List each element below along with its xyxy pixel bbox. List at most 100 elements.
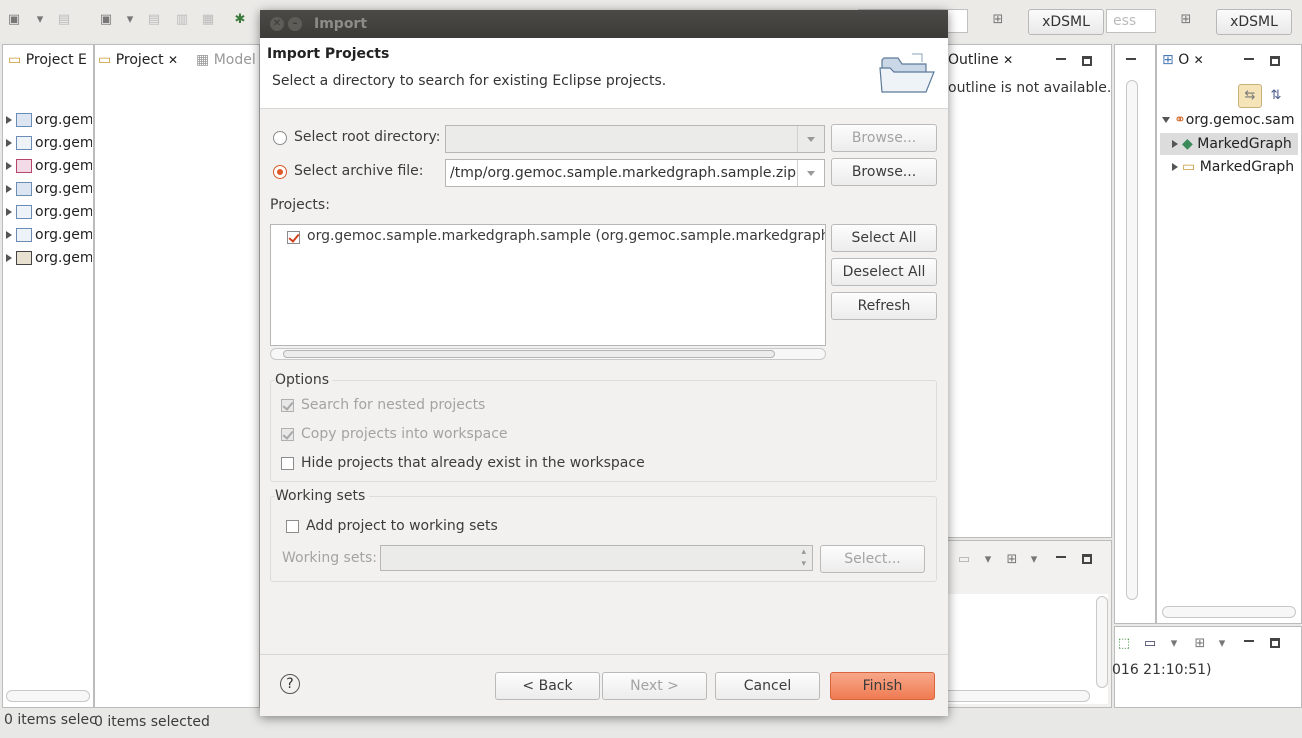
tree-item-label: org.gemoc.sam [1185,112,1295,128]
dropdown-icon[interactable]: ▾ [980,552,996,568]
minimize-icon[interactable] [1056,58,1066,60]
browse-archive-button[interactable]: Browse... [831,158,937,186]
tab-project[interactable]: ▭ Project ✕ [98,52,188,72]
sync-icon[interactable]: ⇆ [1238,84,1262,108]
chevron-down-icon[interactable] [797,160,824,186]
tree-item[interactable]: org.gem [6,156,92,176]
back-button[interactable]: < Back [495,672,600,700]
root-directory-radio[interactable] [273,131,287,145]
tab-outline[interactable]: Outline ✕ [948,52,1028,72]
quick-access-input-2[interactable]: ess [1106,9,1156,33]
right-tree-child[interactable]: ▭ MarkedGraph [1172,157,1300,177]
open-perspective-icon[interactable]: ⊞ [990,12,1006,28]
nested-projects-label: Search for nested projects [301,397,486,413]
archive-file-combo[interactable]: /tmp/org.gemoc.sample.markedgraph.sample… [445,159,825,187]
chevron-down-icon[interactable] [797,126,824,152]
help-icon[interactable]: ? [280,674,300,694]
browse-root-button[interactable]: Browse... [831,124,937,152]
right-tree-root[interactable]: ⚭org.gemoc.sam [1162,110,1300,130]
close-icon[interactable]: ✕ [270,17,284,31]
add-to-working-sets-label: Add project to working sets [306,518,498,534]
copy-projects-checkbox[interactable] [281,428,294,441]
dropdown-icon-2[interactable]: ▾ [122,12,138,28]
select-working-sets-button[interactable]: Select... [820,545,925,573]
maximize-icon[interactable] [1082,554,1092,564]
project-checkbox[interactable] [287,231,300,244]
maximize-icon[interactable] [1270,56,1280,66]
tree-item-label: org.gem [35,112,92,128]
minimize-icon[interactable] [1244,640,1254,642]
finish-button[interactable]: Finish [830,672,935,700]
minimize-icon[interactable] [1056,556,1066,558]
tab-model[interactable]: ▦ Model [196,52,260,72]
terminate-icon[interactable]: ⬚ [1116,636,1132,652]
console-hscroll[interactable] [940,690,1090,702]
open-perspective-icon-2[interactable]: ⊞ [1178,12,1194,28]
projects-label: Projects: [270,197,330,213]
left-hscroll[interactable] [6,690,90,702]
refresh-button[interactable]: Refresh [831,292,937,320]
save-all-icon[interactable]: ▥ [174,12,190,28]
tab-overview[interactable]: ⊞ O ✕ [1162,52,1222,72]
open-console-icon[interactable]: ⊞ [1004,552,1020,568]
archive-file-radio[interactable] [273,165,287,179]
right-tree-child[interactable]: ◆ MarkedGraph [1172,134,1300,154]
spinner-icon[interactable]: ▴ ▾ [801,546,806,570]
deselect-all-button[interactable]: Deselect All [831,258,937,286]
tree-item[interactable]: org.gem [6,225,92,245]
minimize-icon[interactable] [1126,58,1136,60]
next-button[interactable]: Next > [602,672,707,700]
tree-item[interactable]: org.gem [6,179,92,199]
dropdown-icon[interactable]: ▾ [1166,636,1182,652]
perspective-xdsml[interactable]: xDSML [1028,9,1104,35]
projects-hscroll[interactable] [270,348,826,360]
sort-icon[interactable]: ⇅ [1268,88,1284,104]
debug-icon[interactable]: ✱ [232,12,248,28]
dropdown-icon[interactable]: ▾ [1214,636,1230,652]
dropdown-icon[interactable]: ▾ [1026,552,1042,568]
tab-project-explorer[interactable]: ▭ Project E [8,52,92,72]
console-icon[interactable]: ▭ [1142,636,1158,652]
maximize-icon[interactable] [1270,638,1280,648]
save-icon[interactable]: ▤ [56,12,72,28]
close-icon[interactable]: ✕ [1194,53,1204,67]
folder-icon: ▭ [98,52,112,68]
hide-existing-checkbox[interactable] [281,457,294,470]
file-icon: ▭ [1182,159,1196,175]
tree-item-label: org.gem [35,227,92,243]
tree-item[interactable]: org.gem [6,133,92,153]
console-vscroll[interactable] [1096,596,1108,688]
close-icon[interactable]: ✕ [168,53,178,67]
minimize-icon[interactable]: – [288,17,302,31]
dropdown-icon[interactable]: ▾ [32,12,48,28]
save-icon-2[interactable]: ▤ [146,12,162,28]
dialog-header: Import Projects Select a directory to se… [260,38,948,109]
tree-item[interactable]: org.gem [6,248,92,268]
tree-item-label: org.gem [35,158,92,174]
root-directory-label: Select root directory: [294,129,441,145]
tab-label: Outline [948,52,999,68]
vscroll[interactable] [1126,80,1138,600]
tree-item[interactable]: org.gem [6,110,92,130]
open-console-icon[interactable]: ⊞ [1192,636,1208,652]
project-name: org.gemoc.sample.markedgraph.sample (org… [307,228,826,244]
minimize-icon[interactable] [1244,58,1254,60]
perspective-xdsml-2[interactable]: xDSML [1216,9,1292,35]
tab-label: Project [115,52,164,68]
list-item[interactable]: org.gemoc.sample.markedgraph.sample (org… [271,225,826,249]
root-directory-combo[interactable] [445,125,825,153]
new-icon-2[interactable]: ▣ [98,12,114,28]
scroll-thumb[interactable] [283,350,775,358]
add-to-working-sets-checkbox[interactable] [286,520,299,533]
close-icon[interactable]: ✕ [1003,53,1013,67]
select-all-button[interactable]: Select All [831,224,937,252]
console-icon[interactable]: ▭ [956,552,972,568]
working-sets-combo[interactable]: ▴ ▾ [380,545,813,571]
print-icon[interactable]: ▦ [200,12,216,28]
tree-item[interactable]: org.gem [6,202,92,222]
cancel-button[interactable]: Cancel [715,672,820,700]
new-icon[interactable]: ▣ [6,12,22,28]
nested-projects-checkbox[interactable] [281,399,294,412]
right-hscroll[interactable] [1162,606,1296,618]
maximize-icon[interactable] [1082,56,1092,66]
